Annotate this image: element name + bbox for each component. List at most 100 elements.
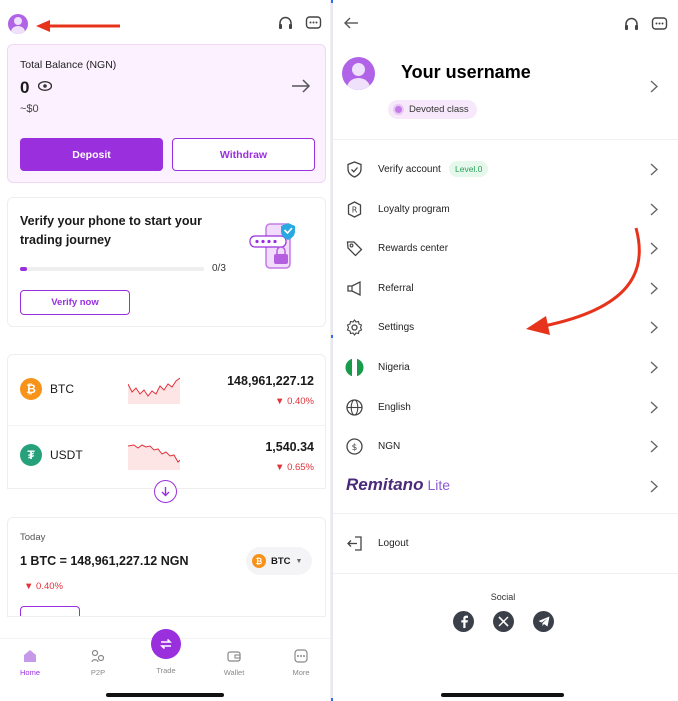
menu-divider: [333, 513, 678, 514]
shield-check-icon: [347, 161, 362, 178]
logout-icon: [347, 536, 362, 551]
menu-item-country[interactable]: Nigeria: [333, 348, 678, 388]
nigeria-flag-icon: [345, 358, 364, 377]
chevron-right-icon: [650, 401, 658, 414]
nav-label: Trade: [156, 666, 176, 675]
market-row-btc[interactable]: ₿ BTC 148,961,227.12 ▼ 0.40%: [8, 358, 325, 426]
headset-support-icon[interactable]: [276, 14, 294, 32]
chat-icon[interactable]: [304, 14, 322, 32]
verify-progress-text: 0/3: [212, 263, 226, 274]
nav-label: More: [292, 668, 310, 677]
caret-down-icon: ▼: [295, 557, 303, 565]
gear-icon: [346, 319, 363, 337]
profile-header[interactable]: Your username Devoted class: [333, 50, 678, 140]
facebook-icon[interactable]: [453, 611, 474, 632]
more-icon: [294, 649, 308, 663]
balance-amount: 0: [20, 78, 30, 97]
annotation-curved-arrow-icon: [526, 227, 641, 335]
today-change-value: 0.40%: [36, 581, 63, 592]
nav-p2p[interactable]: P2P: [73, 648, 123, 677]
deposit-button[interactable]: Deposit: [20, 138, 163, 171]
menu-item-language[interactable]: English: [333, 388, 678, 428]
back-arrow-icon[interactable]: [343, 16, 359, 30]
x-twitter-icon[interactable]: [493, 611, 514, 632]
telegram-icon[interactable]: [533, 611, 554, 632]
menu-item-currency[interactable]: $ NGN: [333, 427, 678, 467]
class-badge: Devoted class: [388, 100, 477, 119]
expand-markets-button[interactable]: [154, 480, 177, 503]
chevron-right-icon: [650, 440, 658, 453]
username: Your username: [401, 62, 531, 82]
currency-select-value: BTC: [271, 555, 291, 567]
chevron-right-icon: [650, 480, 658, 493]
trade-button[interactable]: [151, 629, 181, 659]
market-row-usdt[interactable]: ₮ USDT 1,540.34 ▼ 0.65%: [8, 424, 325, 484]
chevron-right-icon: [650, 242, 658, 255]
globe-icon: [346, 398, 363, 416]
balance-usd: ~$0: [20, 103, 39, 115]
market-symbol: USDT: [50, 448, 83, 462]
tag-icon: [346, 241, 363, 257]
nav-more[interactable]: More: [276, 648, 326, 677]
menu-label: Settings: [378, 322, 415, 334]
verify-progress-fill: [20, 267, 28, 271]
chevron-right-icon: [650, 361, 658, 374]
headset-support-icon[interactable]: [622, 15, 640, 33]
logout-label: Logout: [378, 538, 409, 549]
logout-button[interactable]: Logout: [333, 524, 678, 564]
currency-icon: $: [346, 438, 363, 455]
chat-icon[interactable]: [650, 15, 668, 33]
arrow-right-icon[interactable]: [291, 79, 311, 93]
social-label: Social: [490, 592, 516, 602]
chevron-right-icon: [650, 80, 658, 93]
nav-label: Home: [19, 668, 40, 677]
nav-wallet[interactable]: Wallet: [209, 648, 259, 677]
menu-label: Referral: [378, 282, 414, 294]
menu-label: Rewards center: [378, 243, 449, 255]
account-menu-screen: Your username Devoted class Verify accou…: [333, 0, 678, 701]
eye-icon[interactable]: [38, 81, 52, 91]
market-change: ▼ 0.65%: [275, 462, 314, 473]
balance-card: Total Balance (NGN) 0 ~$0 Deposit Withdr…: [7, 44, 326, 183]
home-indicator: [106, 693, 224, 697]
trade-icon: [160, 638, 172, 650]
profile-avatar-button[interactable]: [8, 14, 28, 34]
market-symbol: BTC: [50, 382, 74, 396]
menu-label: Nigeria: [378, 361, 410, 373]
remitano-brand: Remitano: [346, 474, 424, 494]
social-links: [453, 611, 554, 632]
megaphone-icon: [347, 280, 361, 296]
today-rate-card: Today 1 BTC = 148,961,227.12 NGN ▼ 0.40%…: [7, 517, 326, 617]
home-screen: Total Balance (NGN) 0 ~$0 Deposit Withdr…: [0, 0, 331, 701]
market-price: 1,540.34: [265, 440, 314, 454]
menu-label: Verify account: [378, 164, 441, 175]
currency-select[interactable]: ₿ BTC ▼: [246, 547, 312, 575]
home-icon: [24, 650, 36, 662]
balance-label: Total Balance (NGN): [20, 59, 117, 71]
menu-label: Loyalty program: [378, 203, 450, 215]
menu-divider: [333, 573, 678, 574]
loyalty-icon: R: [347, 200, 362, 218]
arrow-down-icon: [161, 487, 170, 497]
market-price: 148,961,227.12: [227, 374, 314, 388]
svg-text:R: R: [352, 205, 358, 214]
menu-item-remitano-lite[interactable]: Remitano Lite: [333, 467, 678, 507]
menu-item-verify-account[interactable]: Verify account Level.0: [333, 150, 678, 190]
market-change-value: 0.65%: [287, 462, 314, 473]
chevron-right-icon: [650, 203, 658, 216]
withdraw-button[interactable]: Withdraw: [172, 138, 315, 171]
today-rate: 1 BTC = 148,961,227.12 NGN: [20, 554, 189, 568]
tether-icon: ₮: [20, 444, 42, 466]
p2p-icon: [91, 649, 105, 663]
chevron-right-icon: [650, 321, 658, 334]
avatar: [342, 57, 375, 90]
verify-now-button[interactable]: Verify now: [20, 290, 130, 315]
verify-title: Verify your phone to start your trading …: [20, 214, 202, 247]
market-change-value: 0.40%: [287, 396, 314, 407]
nav-label: P2P: [90, 668, 106, 677]
class-icon: [393, 104, 404, 115]
nav-home[interactable]: Home: [5, 648, 55, 677]
class-badge-label: Devoted class: [409, 104, 469, 115]
wallet-icon: [227, 651, 241, 662]
today-action-button[interactable]: [20, 606, 80, 616]
